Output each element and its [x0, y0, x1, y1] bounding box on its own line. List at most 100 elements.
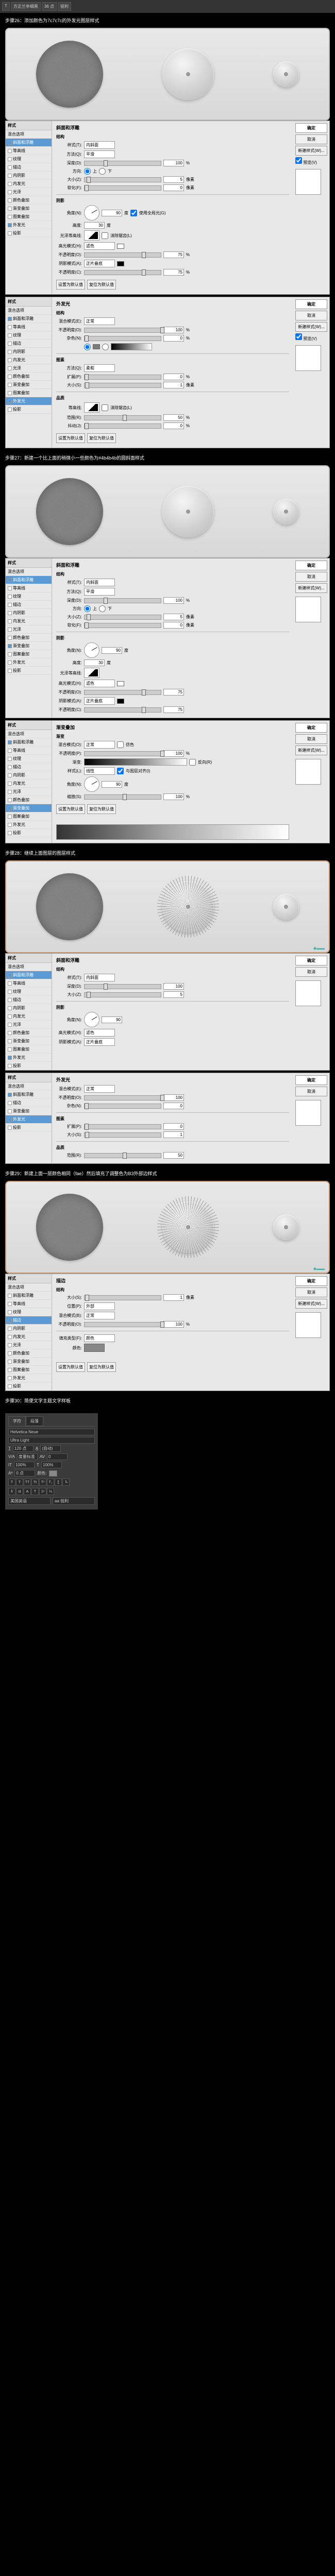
altitude-input[interactable]: [84, 659, 105, 666]
ok-button[interactable]: 确定: [295, 1276, 327, 1286]
opacity-slider[interactable]: [84, 328, 161, 333]
ok-button[interactable]: 确定: [295, 723, 327, 733]
angle-dial[interactable]: [84, 776, 99, 792]
depth-input[interactable]: [163, 597, 184, 604]
gloss-contour[interactable]: [84, 230, 99, 241]
reset-default-btn[interactable]: 复位为默认值: [87, 804, 116, 814]
hl-opacity-input[interactable]: [163, 689, 184, 696]
contour-item[interactable]: 等高线: [6, 747, 52, 755]
grad-style-select[interactable]: 线性: [84, 767, 115, 775]
blend-select[interactable]: 正常: [84, 1312, 115, 1319]
stroke-size-slider[interactable]: [84, 1295, 161, 1300]
soften-input[interactable]: [163, 622, 184, 629]
align-check[interactable]: [117, 768, 124, 774]
size-slider[interactable]: [84, 615, 161, 620]
contour-picker[interactable]: [84, 402, 99, 413]
ok-button[interactable]: 确定: [295, 123, 327, 133]
reset-default-btn[interactable]: 复位为默认值: [87, 433, 116, 443]
dir-down-radio[interactable]: [99, 168, 106, 175]
angle-input[interactable]: [102, 647, 122, 654]
bevel-emboss-item[interactable]: 斜面和浮雕: [6, 315, 52, 323]
pattern-overlay-item[interactable]: 图案叠加: [6, 650, 52, 658]
hscale-input[interactable]: [41, 1462, 62, 1468]
leading-input[interactable]: [40, 1445, 61, 1452]
swash-icon[interactable]: A: [24, 1488, 31, 1495]
superscript-icon[interactable]: T¹: [39, 1479, 46, 1486]
dir-up-radio[interactable]: [84, 168, 91, 175]
preview-check[interactable]: [295, 157, 302, 164]
blend-options[interactable]: 混合选项: [6, 307, 52, 315]
blend-options[interactable]: 混合选项: [6, 730, 52, 738]
pattern-overlay-item[interactable]: 图案叠加: [6, 812, 52, 821]
texture-item[interactable]: 纹理: [6, 755, 52, 763]
font-size[interactable]: 36 点: [42, 2, 57, 11]
texture-item[interactable]: 纹理: [6, 592, 52, 601]
contour-item[interactable]: 等高线: [6, 584, 52, 592]
tool-icon[interactable]: T: [2, 2, 10, 11]
ok-button[interactable]: 确定: [295, 561, 327, 570]
global-light-check[interactable]: [130, 210, 137, 216]
sh-opacity-slider[interactable]: [84, 707, 161, 713]
pattern-overlay-item[interactable]: 图案叠加: [6, 389, 52, 397]
anti-alias[interactable]: 锐利: [58, 2, 71, 11]
glow-color-radio[interactable]: [84, 344, 91, 350]
paragraph-tab[interactable]: 段落: [26, 1416, 43, 1426]
depth-slider[interactable]: [84, 161, 161, 166]
stroke-item[interactable]: 描边: [6, 601, 52, 609]
style-select[interactable]: 内斜面: [84, 579, 115, 586]
texture-item[interactable]: 纹理: [6, 155, 52, 163]
range-input[interactable]: [163, 414, 184, 421]
position-select[interactable]: 外部: [84, 1302, 115, 1310]
bold-icon[interactable]: T: [8, 1479, 15, 1486]
reset-default-btn[interactable]: 复位为默认值: [87, 1362, 116, 1372]
soften-input[interactable]: [163, 184, 184, 191]
satin-item[interactable]: 光泽: [6, 625, 52, 634]
shadow-mode-select[interactable]: 正片叠底: [84, 260, 115, 267]
highlight-swatch[interactable]: [117, 681, 124, 686]
language-select[interactable]: 美国英语: [8, 1497, 51, 1505]
altitude-input[interactable]: [84, 222, 105, 229]
ordinal-icon[interactable]: 1ˢ: [39, 1488, 46, 1495]
bevel-emboss-item[interactable]: 斜面和浮雕: [6, 576, 52, 584]
outer-glow-item[interactable]: 外发光: [6, 821, 52, 829]
fraction-icon[interactable]: ½: [47, 1488, 54, 1495]
outer-glow-item[interactable]: 外发光: [6, 658, 52, 667]
gradient-overlay-item[interactable]: 渐变叠加: [6, 804, 52, 812]
tracking-input[interactable]: [47, 1453, 68, 1460]
gradient-editor-preview[interactable]: [56, 824, 289, 840]
baseline-input[interactable]: [14, 1470, 35, 1477]
highlight-opacity-slider[interactable]: [84, 252, 161, 258]
set-default-btn[interactable]: 设置为默认值: [56, 433, 85, 443]
jitter-slider[interactable]: [84, 423, 161, 429]
font-family[interactable]: 方正兰亭细黑: [11, 2, 41, 11]
gradient-overlay-item[interactable]: 渐变叠加: [6, 381, 52, 389]
drop-shadow-item[interactable]: 投影: [6, 229, 52, 238]
kerning-input[interactable]: [17, 1453, 38, 1460]
inner-shadow-item[interactable]: 内阴影: [6, 771, 52, 779]
set-default-btn[interactable]: 设置为默认值: [56, 280, 85, 290]
spread-slider[interactable]: [84, 375, 161, 380]
blend-select[interactable]: 正常: [84, 317, 115, 325]
highlight-mode-select[interactable]: 滤色: [84, 242, 115, 250]
sh-opacity-input[interactable]: [163, 706, 184, 713]
size-slider[interactable]: [84, 177, 161, 182]
titling-icon[interactable]: T: [31, 1488, 39, 1495]
new-style-button[interactable]: 新建样式(W)...: [295, 745, 327, 755]
dir-up-radio[interactable]: [84, 605, 91, 612]
set-default-btn[interactable]: 设置为默认值: [56, 1362, 85, 1372]
size-input[interactable]: [163, 382, 184, 388]
cancel-button[interactable]: 取消: [295, 311, 327, 320]
size-slider[interactable]: [84, 383, 161, 388]
vscale-input[interactable]: [14, 1462, 35, 1468]
angle-input[interactable]: [102, 210, 122, 216]
noise-input[interactable]: [163, 335, 184, 342]
reverse-check[interactable]: [189, 759, 196, 766]
opacity-slider[interactable]: [84, 1322, 161, 1327]
size-input[interactable]: [163, 176, 184, 183]
outer-glow-item[interactable]: 外发光: [6, 397, 52, 405]
depth-input[interactable]: [163, 160, 184, 166]
reset-default-btn[interactable]: 复位为默认值: [87, 280, 116, 290]
fi-ligature-icon[interactable]: fi: [8, 1488, 15, 1495]
size-input[interactable]: [163, 614, 184, 620]
blend-select[interactable]: 正常: [84, 741, 115, 749]
